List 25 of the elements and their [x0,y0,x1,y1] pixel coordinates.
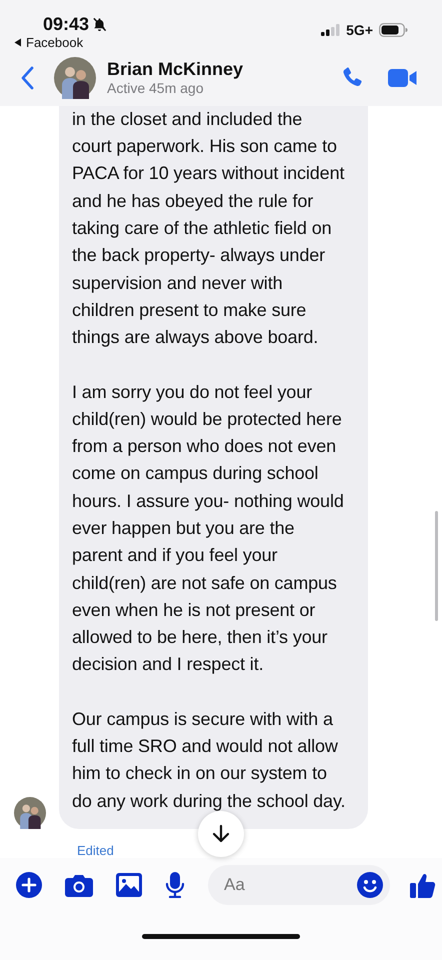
avatar[interactable] [54,56,96,99]
network-label: 5G+ [346,22,373,38]
message-paragraph: in the closet and included the court paperwork. His son came to PACA for 10 years without incident and he has obeyed the rule for taking care of the athletic field on the back property- always under supervision and never with children present to make sure things are always above board. [72,108,346,350]
microphone-icon[interactable] [165,872,185,898]
image-icon[interactable] [116,872,142,897]
back-to-app-link[interactable]: Facebook [14,35,84,50]
emoji-icon[interactable] [357,872,383,898]
message-paragraph: Our campus is secure with with a full time SRO and would not allow him to check in on our system to do any work during the school day. [72,708,346,813]
message-field[interactable]: Aa [208,864,390,905]
message-paragraph: I am sorry you do not feel your child(ren) would be protected here from a person who does not even come on campus during school hours. I assure you- nothing would ever happen but you are the parent and if you feel your child(ren) are not safe on campus even when he is not present or allowed to be here, then it’s your decision and I respect it. [72,380,345,676]
thumbs-up-icon[interactable] [410,872,436,898]
contact-name: Brian McKinney [107,59,244,80]
active-status: Active 45m ago [107,80,204,96]
video-call-icon[interactable] [388,66,418,89]
avatar[interactable] [14,796,46,829]
edited-label: Edited [77,842,115,858]
camera-icon[interactable] [65,872,93,897]
status-time: 09:43 [43,14,90,35]
signal-icon [321,24,340,36]
arrow-down-icon [212,824,230,844]
plus-icon[interactable] [16,872,42,898]
battery-icon [379,23,408,37]
back-icon[interactable] [20,66,34,90]
muted-bell-icon [92,17,108,32]
back-triangle-icon [14,38,22,47]
